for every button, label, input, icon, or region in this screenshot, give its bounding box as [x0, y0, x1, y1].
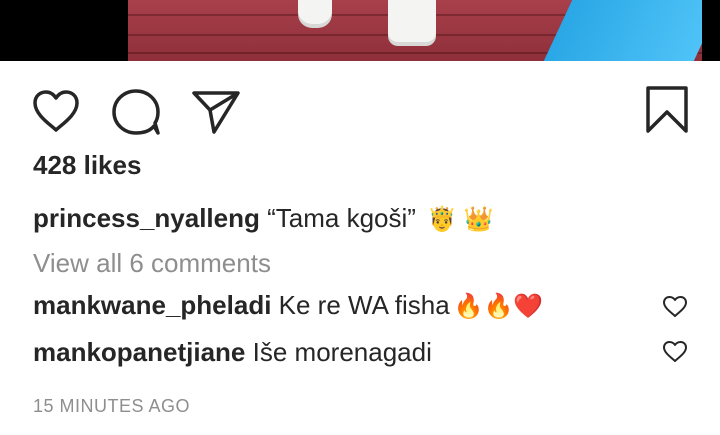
heart-outline-icon[interactable]: [662, 340, 688, 369]
photo-edge: [702, 0, 720, 61]
post-action-bar: [0, 76, 720, 146]
caption-username[interactable]: princess_nyalleng: [33, 203, 260, 233]
comment-emojis: 🔥🔥❤️: [453, 293, 544, 320]
caption-text: “Tama kgoši”: [267, 203, 424, 233]
white-boot: [388, 0, 436, 42]
bookmark-icon[interactable]: [644, 85, 690, 135]
post-timestamp: 15 MINUTES AGO: [33, 396, 191, 416]
heart-outline-icon[interactable]: [662, 295, 688, 324]
speech-bubble-icon[interactable]: [110, 88, 162, 136]
comment-username[interactable]: mankopanetjiane: [33, 337, 245, 367]
comment-username[interactable]: mankwane_pheladi: [33, 290, 271, 320]
likes-count[interactable]: 428 likes: [33, 150, 141, 180]
post-caption: princess_nyalleng “Tama kgoši” 🤴 👑: [33, 203, 494, 235]
comment-text: Ke re WA fisha: [278, 290, 450, 320]
comment-text: Iše morenagadi: [252, 337, 432, 367]
post-photo[interactable]: [128, 0, 720, 61]
view-all-comments-link[interactable]: View all 6 comments: [33, 248, 271, 278]
white-boot: [298, 0, 332, 24]
post-photo-strip: [0, 0, 720, 61]
blue-wall: [543, 0, 720, 61]
paper-plane-icon[interactable]: [190, 88, 242, 136]
comment-item: mankopanetjiane Iše morenagadi: [33, 337, 432, 367]
comment-item: mankwane_pheladi Ke re WA fisha 🔥🔥❤️: [33, 290, 543, 322]
heart-outline-icon[interactable]: [31, 88, 81, 134]
caption-emojis: 🤴 👑: [427, 206, 494, 233]
